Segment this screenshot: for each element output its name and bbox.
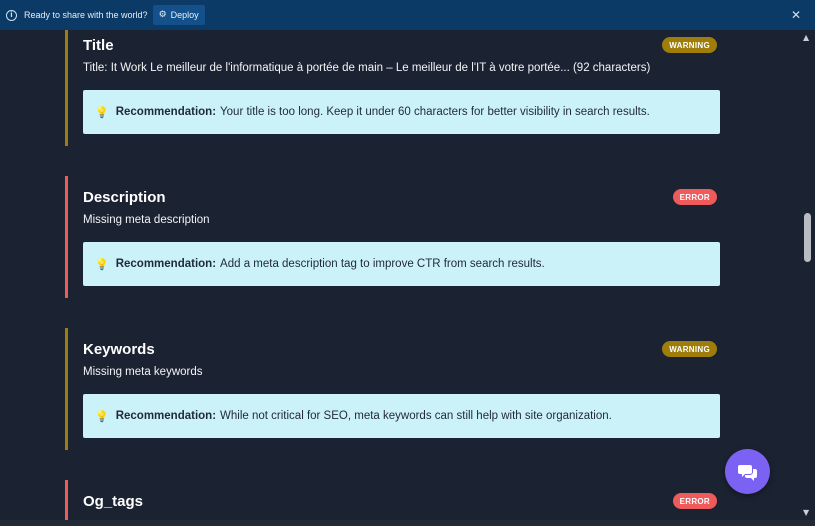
recommendation-label: Recommendation: (115, 106, 217, 118)
results-scroll-area[interactable]: Title WARNING Title: It Work Le meilleur… (0, 30, 815, 520)
chat-button[interactable] (725, 449, 770, 494)
recommendation-label: Recommendation: (115, 258, 217, 270)
deploy-banner: i Ready to share with the world? ⚙ Deplo… (0, 0, 815, 30)
status-badge: ERROR (672, 493, 717, 509)
recommendation-text: Your title is too long. Keep it under 60… (220, 106, 650, 118)
deploy-button[interactable]: ⚙ Deploy (152, 5, 205, 25)
lightbulb-icon: 💡 (95, 257, 109, 271)
bottom-strip (0, 520, 815, 526)
banner-message: Ready to share with the world? (24, 10, 148, 20)
info-icon: i (6, 9, 17, 21)
card-detail: Missing meta keywords (83, 366, 203, 378)
card-heading: Keywords (83, 341, 155, 358)
recommendation-box: 💡 Recommendation: While not critical for… (83, 394, 720, 438)
scroll-down-arrow-icon[interactable]: ▼ (803, 508, 809, 517)
recommendation-box: 💡 Recommendation: Your title is too long… (83, 90, 720, 134)
seo-card-title: Title WARNING Title: It Work Le meilleur… (65, 30, 725, 146)
card-detail: Title: It Work Le meilleur de l'informat… (83, 62, 651, 74)
status-badge: WARNING (662, 37, 717, 53)
scroll-up-arrow-icon[interactable]: ▲ (803, 33, 809, 42)
seo-card-og-tags: Og_tags ERROR (65, 480, 725, 520)
status-badge: ERROR (672, 189, 717, 205)
deploy-icon: ⚙ (158, 10, 167, 20)
deploy-label: Deploy (170, 10, 199, 20)
vertical-scrollbar[interactable]: ▲ ▼ (800, 30, 815, 520)
card-heading: Og_tags (83, 493, 144, 510)
chat-bubbles-icon (737, 464, 757, 481)
status-badge: WARNING (662, 341, 717, 357)
close-icon[interactable]: ✕ (791, 8, 801, 22)
card-detail: Missing meta description (83, 214, 210, 226)
recommendation-box: 💡 Recommendation: Add a meta description… (83, 242, 720, 286)
recommendation-text: Add a meta description tag to improve CT… (220, 258, 545, 270)
card-heading: Description (83, 189, 166, 206)
recommendation-text: While not critical for SEO, meta keyword… (220, 410, 612, 422)
recommendation-label: Recommendation: (115, 410, 217, 422)
scrollbar-thumb[interactable] (804, 213, 811, 262)
lightbulb-icon: 💡 (95, 105, 109, 119)
card-heading: Title (83, 37, 114, 54)
seo-card-keywords: Keywords WARNING Missing meta keywords 💡… (65, 328, 725, 450)
lightbulb-icon: 💡 (95, 409, 109, 423)
seo-card-description: Description ERROR Missing meta descripti… (65, 176, 725, 298)
